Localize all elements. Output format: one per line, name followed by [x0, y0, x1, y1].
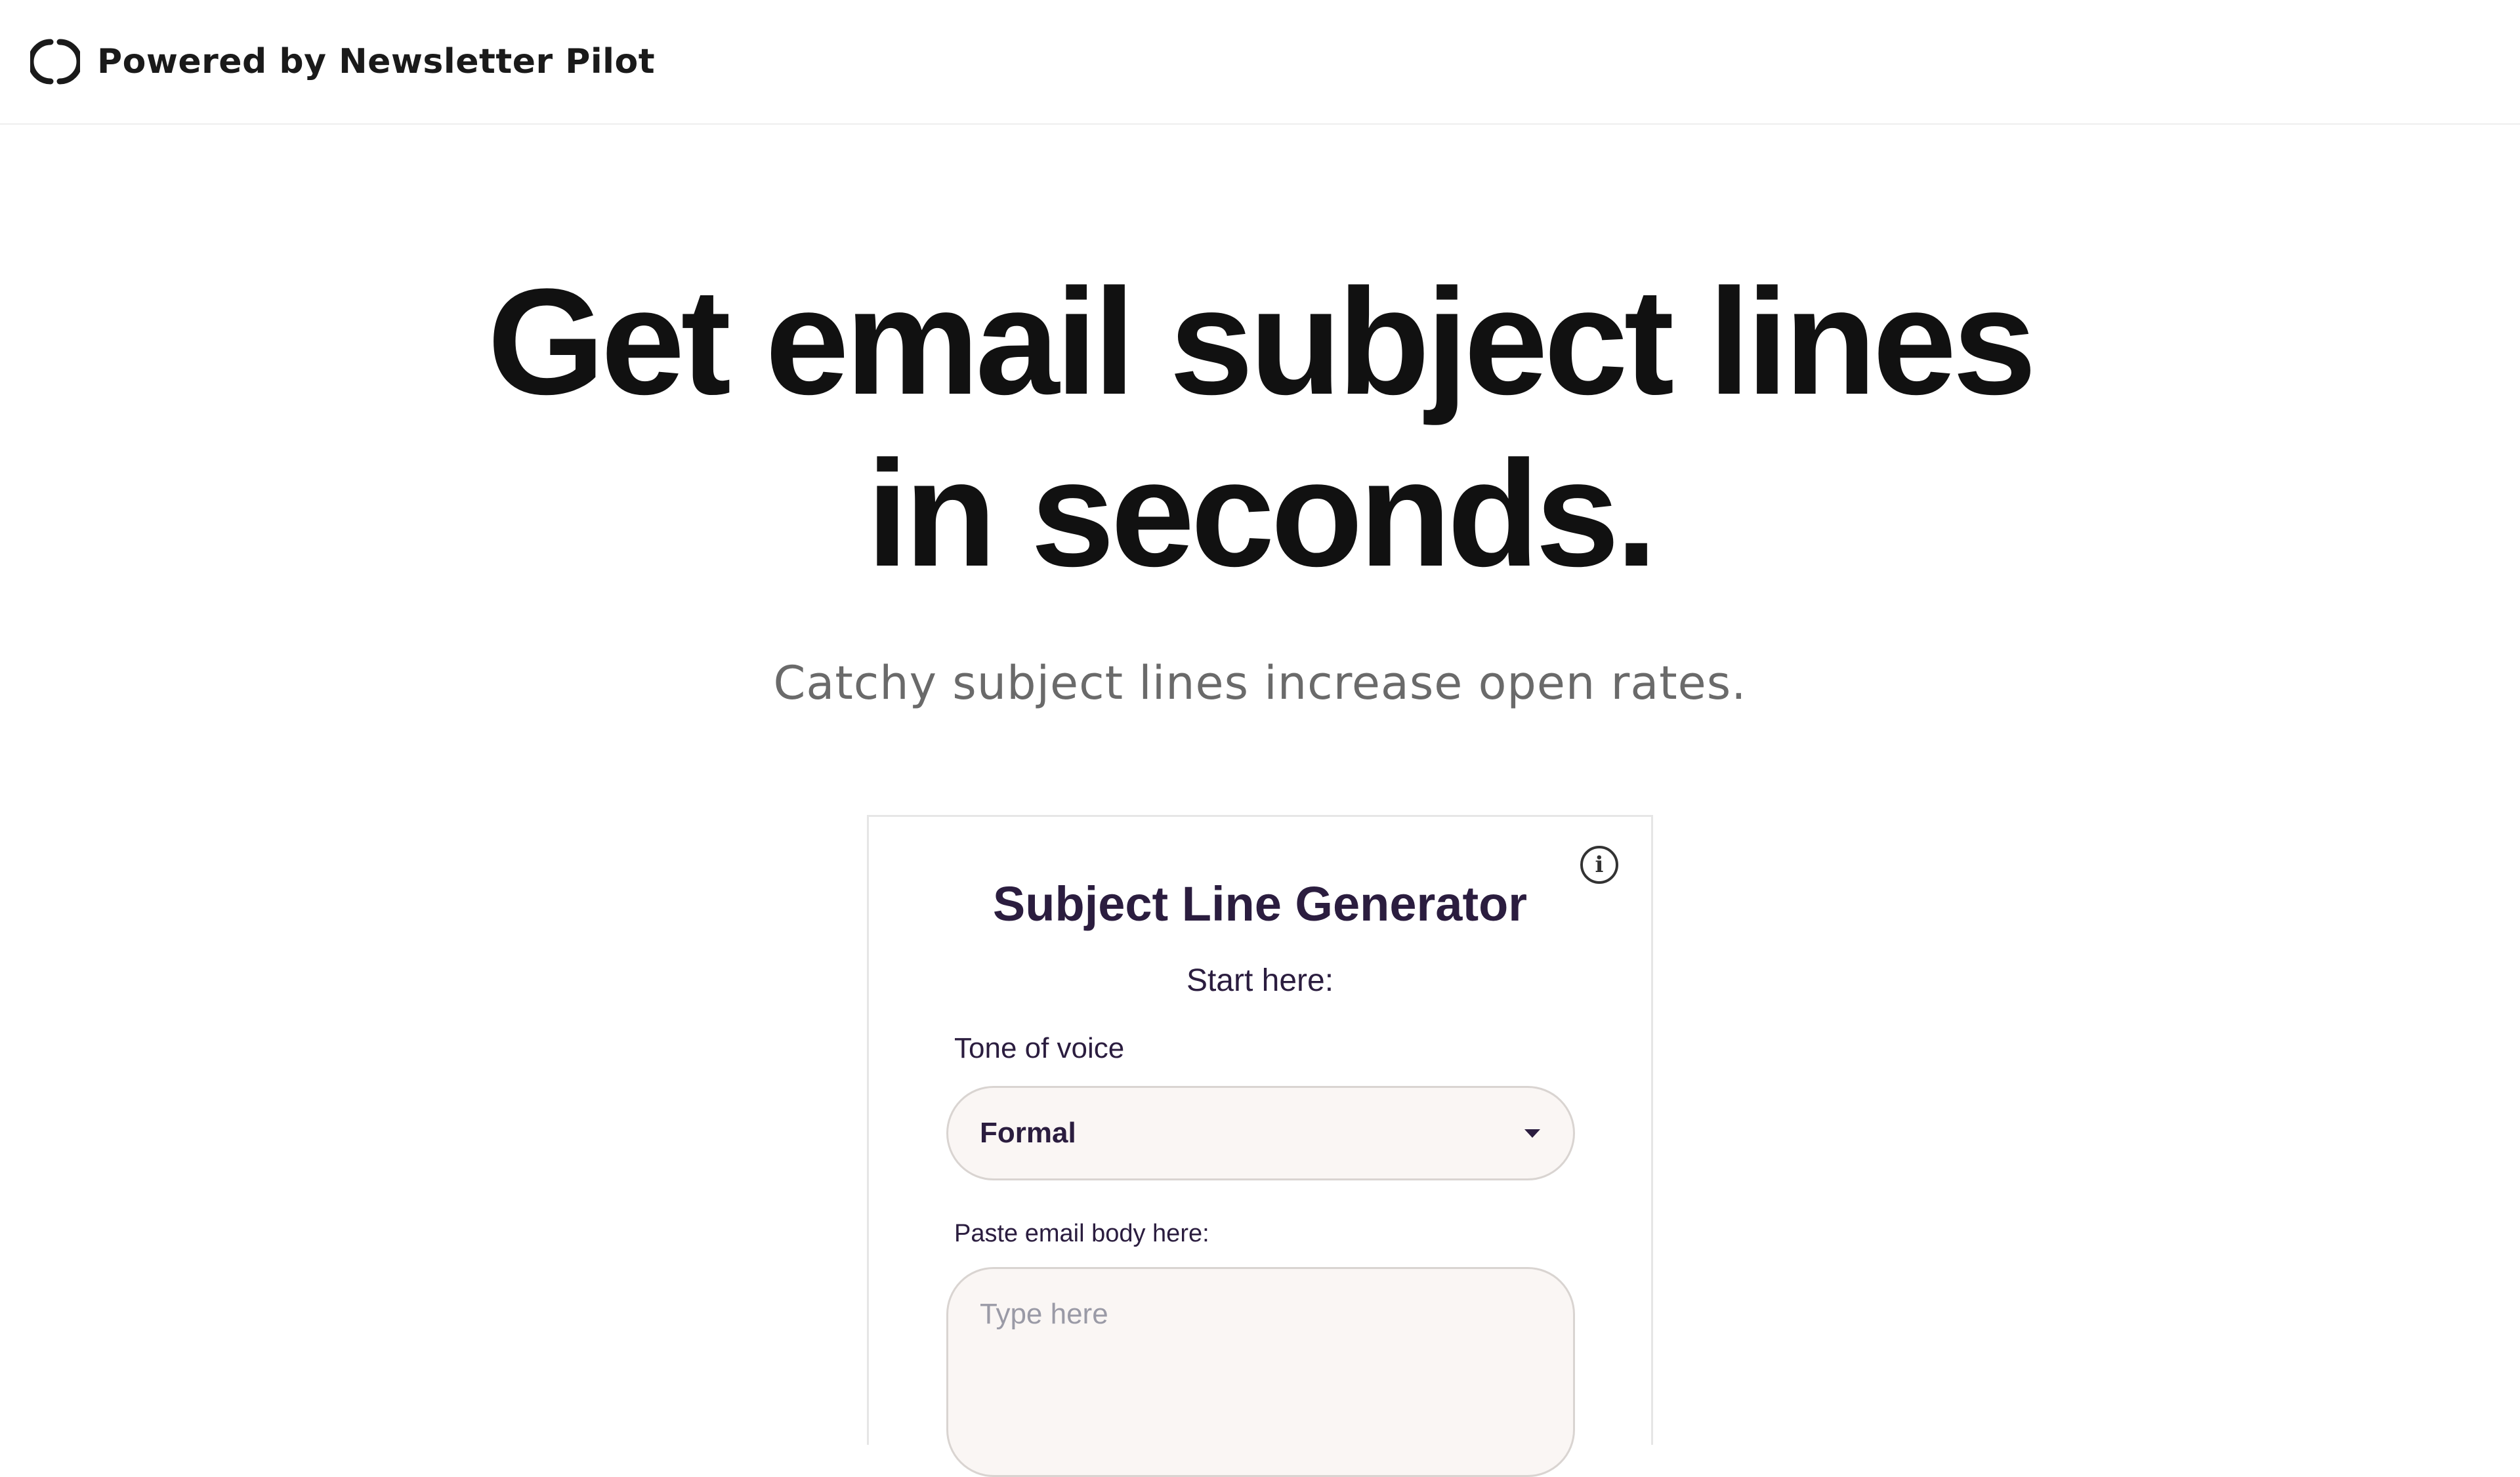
hero-section: Get email subject lines in seconds. — [0, 256, 2520, 600]
hero-subtitle: Catchy subject lines increase open rates… — [773, 656, 1747, 710]
start-here-label: Start here: — [1186, 963, 1334, 998]
hero-title-line-2: in seconds. — [866, 429, 1657, 598]
tone-selected-value: Formal — [980, 1117, 1076, 1149]
top-header: Powered by Newsletter Pilot — [0, 0, 2520, 125]
chevron-down-icon — [1524, 1129, 1540, 1138]
tone-of-voice-label: Tone of voice — [954, 1032, 1125, 1064]
newsletter-pilot-logo-svg — [30, 39, 80, 85]
tone-of-voice-select[interactable]: Formal — [946, 1086, 1575, 1180]
brand-link[interactable]: Powered by Newsletter Pilot — [97, 42, 655, 81]
hero-title: Get email subject lines in seconds. — [0, 256, 2520, 600]
email-body-label: Paste email body here: — [954, 1220, 1209, 1247]
email-body-input[interactable] — [946, 1267, 1575, 1477]
hero-title-line-1: Get email subject lines — [487, 257, 2037, 426]
subject-line-generator-card: i Subject Line Generator Start here: Ton… — [867, 815, 1653, 1477]
newsletter-pilot-logo-icon — [30, 37, 80, 87]
card-title: Subject Line Generator — [992, 877, 1528, 931]
